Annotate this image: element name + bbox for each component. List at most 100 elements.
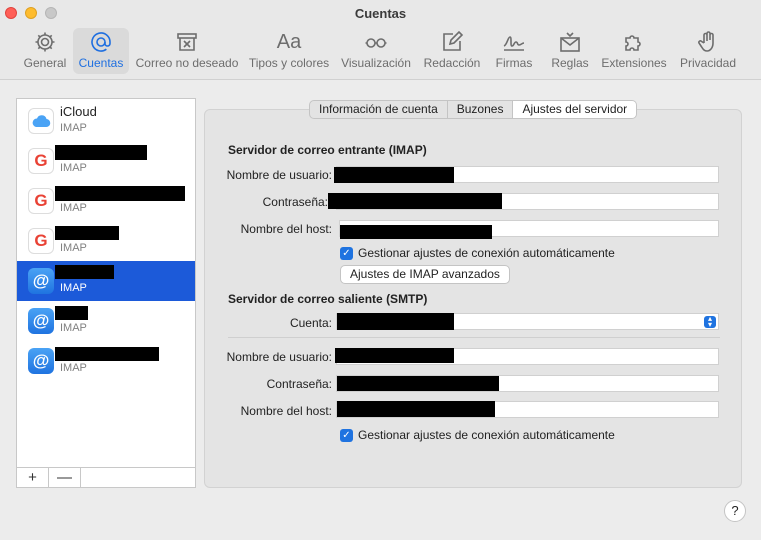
outgoing-auto-manage-checkbox[interactable]: ✓ Gestionar ajustes de conexión automáti… xyxy=(340,428,615,442)
junk-mail-icon xyxy=(175,28,199,56)
add-account-button[interactable]: + xyxy=(17,468,49,487)
server-settings-panel: Servidor de correo entrante (IMAP) Nombr… xyxy=(204,109,742,488)
outgoing-host-label: Nombre del host: xyxy=(240,404,332,418)
puzzle-icon xyxy=(622,28,646,56)
at-icon: @ xyxy=(28,348,54,374)
toolbar-extensiones[interactable]: Extensiones xyxy=(601,28,667,74)
redacted-value xyxy=(335,348,454,363)
checkbox-label: Gestionar ajustes de conexión automática… xyxy=(358,428,615,442)
account-item-icloud[interactable]: iCloud IMAP xyxy=(17,101,195,141)
checkbox-label: Gestionar ajustes de conexión automática… xyxy=(358,246,615,260)
section-divider xyxy=(228,337,720,338)
compose-icon xyxy=(440,28,464,56)
at-icon xyxy=(89,28,113,56)
toolbar-label: Redacción xyxy=(423,56,481,70)
redacted-value xyxy=(328,193,502,209)
account-item[interactable]: @ IMAP xyxy=(17,301,195,341)
imap-advanced-settings-button[interactable]: Ajustes de IMAP avanzados xyxy=(340,265,510,284)
account-type: IMAP xyxy=(60,162,87,174)
toolbar-label: Correo no deseado xyxy=(135,56,239,70)
outgoing-password-field[interactable] xyxy=(336,375,719,392)
accounts-list-footer: + — xyxy=(17,467,195,487)
google-icon: G xyxy=(28,188,54,214)
account-type: IMAP xyxy=(60,362,87,374)
rules-envelope-icon xyxy=(558,28,582,56)
toolbar-reglas[interactable]: Reglas xyxy=(548,28,592,74)
account-item-selected[interactable]: @ IMAP xyxy=(17,261,195,301)
incoming-password-label: Contraseña: xyxy=(262,195,328,209)
account-type: IMAP xyxy=(60,122,87,134)
help-button[interactable]: ? xyxy=(724,500,746,522)
redacted-account-name xyxy=(55,145,147,160)
remove-account-button[interactable]: — xyxy=(49,468,81,487)
redacted-account-name xyxy=(55,306,88,320)
tab-buzones[interactable]: Buzones xyxy=(448,101,514,118)
window-title: Cuentas xyxy=(354,6,407,21)
checkmark-icon: ✓ xyxy=(340,428,353,442)
redacted-account-name xyxy=(55,226,119,240)
at-icon: @ xyxy=(28,308,54,334)
icloud-icon xyxy=(28,108,54,134)
outgoing-username-label: Nombre de usuario: xyxy=(226,350,332,364)
incoming-password-field[interactable] xyxy=(328,193,719,210)
incoming-username-label: Nombre de usuario: xyxy=(226,168,332,182)
google-icon: G xyxy=(28,148,54,174)
account-type: IMAP xyxy=(60,282,87,294)
toolbar-general[interactable]: General xyxy=(18,28,72,74)
gear-icon xyxy=(33,28,57,56)
toolbar-label: Visualización xyxy=(341,56,411,70)
incoming-auto-manage-checkbox[interactable]: ✓ Gestionar ajustes de conexión automáti… xyxy=(340,246,615,260)
redacted-value xyxy=(334,167,454,183)
toolbar-tipos-y-colores[interactable]: Aa Tipos y colores xyxy=(248,28,330,74)
toolbar-label: Firmas xyxy=(495,56,533,70)
redacted-account-name xyxy=(55,347,159,361)
toolbar-privacidad[interactable]: Privacidad xyxy=(678,28,738,74)
incoming-server-title: Servidor de correo entrante (IMAP) xyxy=(228,143,427,157)
outgoing-host-field[interactable] xyxy=(336,401,719,418)
outgoing-server-title: Servidor de correo saliente (SMTP) xyxy=(228,292,428,306)
account-item[interactable]: G IMAP xyxy=(17,181,195,221)
tab-informacion-de-cuenta[interactable]: Información de cuenta xyxy=(310,101,448,118)
redacted-account-name xyxy=(55,265,114,279)
accounts-panel: iCloud IMAP G IMAP G IMAP G IMAP @ IMAP … xyxy=(16,98,196,488)
toolbar-label: Privacidad xyxy=(679,56,737,70)
redacted-value xyxy=(337,313,454,330)
account-name: iCloud xyxy=(60,104,97,119)
redacted-account-name xyxy=(55,186,185,201)
toolbar-label: Reglas xyxy=(551,56,589,70)
chevron-up-down-icon: ▴ ▾ xyxy=(704,315,716,329)
toolbar-label: Cuentas xyxy=(78,56,124,70)
account-item[interactable]: @ IMAP xyxy=(17,341,195,381)
outgoing-account-label: Cuenta: xyxy=(289,316,332,330)
redacted-value xyxy=(337,401,495,417)
redacted-value xyxy=(340,225,492,239)
toolbar-label: Extensiones xyxy=(601,56,667,70)
outgoing-username-field[interactable] xyxy=(335,348,719,365)
checkmark-icon: ✓ xyxy=(340,246,353,260)
hand-icon xyxy=(696,28,720,56)
settings-tabs: Información de cuenta Buzones Ajustes de… xyxy=(309,100,638,119)
incoming-host-field[interactable] xyxy=(339,220,719,239)
toolbar-correo-no-deseado[interactable]: Correo no deseado xyxy=(136,28,238,74)
google-icon: G xyxy=(28,228,54,254)
toolbar-label: General xyxy=(23,56,67,70)
toolbar-firmas[interactable]: Firmas xyxy=(493,28,535,74)
outgoing-account-popup[interactable]: ▴ ▾ xyxy=(336,313,719,330)
tab-ajustes-del-servidor[interactable]: Ajustes del servidor xyxy=(513,101,637,118)
accounts-list: iCloud IMAP G IMAP G IMAP G IMAP @ IMAP … xyxy=(17,99,195,467)
account-type: IMAP xyxy=(60,242,87,254)
title-bar: Cuentas General Cuentas Correo no desead… xyxy=(0,0,761,80)
redacted-value xyxy=(337,376,499,391)
outgoing-password-label: Contraseña: xyxy=(266,377,332,391)
toolbar-redaccion[interactable]: Redacción xyxy=(421,28,483,74)
toolbar-visualizacion[interactable]: Visualización xyxy=(340,28,412,74)
font-icon: Aa xyxy=(276,31,302,53)
at-icon: @ xyxy=(28,268,54,294)
incoming-username-field[interactable] xyxy=(334,166,719,183)
account-type: IMAP xyxy=(60,322,87,334)
toolbar-cuentas[interactable]: Cuentas xyxy=(73,28,129,74)
incoming-host-label: Nombre del host: xyxy=(240,222,332,236)
glasses-icon xyxy=(364,28,388,56)
account-item[interactable]: G IMAP xyxy=(17,141,195,181)
account-item[interactable]: G IMAP xyxy=(17,221,195,261)
